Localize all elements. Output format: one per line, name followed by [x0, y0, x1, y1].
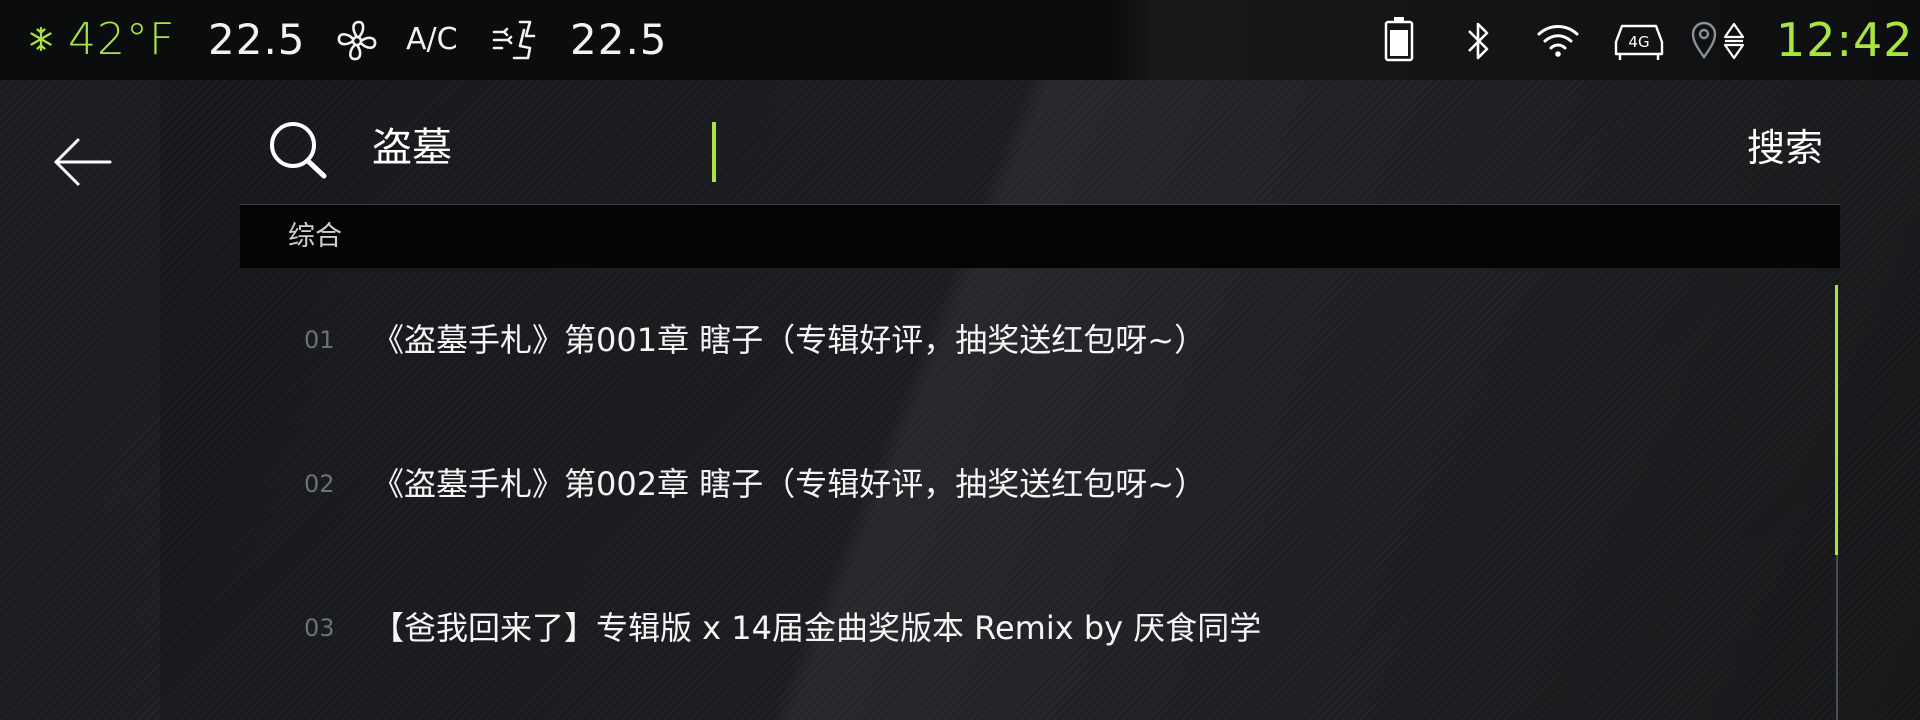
status-bar: 42°F 22.5 A/C 22.5 4G 12:42 [0, 0, 1920, 80]
scrollbar-thumb[interactable] [1835, 285, 1838, 555]
tab-all[interactable]: 综合 [288, 205, 342, 268]
location-icon [1691, 21, 1717, 60]
driver-temperature[interactable]: 22.5 [208, 13, 306, 67]
list-item[interactable]: 02 《盗墓手札》第002章 瞎子（专辑好评，抽奖送红包呀~） [240, 412, 1820, 556]
result-list: 01 《盗墓手札》第001章 瞎子（专辑好评，抽奖送红包呀~） 02 《盗墓手札… [240, 268, 1840, 720]
arrow-left-icon [54, 138, 112, 186]
text-caret [712, 122, 716, 182]
ac-button[interactable]: A/C [406, 13, 458, 67]
wifi-icon[interactable] [1536, 22, 1580, 58]
back-button[interactable] [40, 120, 124, 204]
sort-arrows-icon [1723, 22, 1745, 60]
result-index: 03 [304, 614, 335, 642]
result-title: 《盗墓手札》第002章 瞎子（专辑好评，抽奖送红包呀~） [372, 465, 1207, 503]
result-title: 【爸我回来了】专辑版 x 14届金曲奖版本 Remix by 厌食同学 [372, 609, 1262, 647]
4g-car-icon: 4G [1614, 24, 1664, 60]
category-tab-bar: 综合 [240, 205, 1840, 268]
list-item[interactable]: 01 《盗墓手札》第001章 瞎子（专辑好评，抽奖送红包呀~） [240, 268, 1820, 412]
snowflake-icon [30, 26, 52, 52]
clock: 12:42 [1776, 13, 1914, 67]
bluetooth-icon[interactable] [1464, 20, 1494, 62]
search-input[interactable]: 盗墓 [372, 118, 452, 178]
result-index: 02 [304, 470, 335, 498]
search-button[interactable]: 搜索 [1730, 118, 1840, 178]
battery-icon [1384, 17, 1414, 62]
network-type-label: 4G [1628, 33, 1649, 51]
result-index: 01 [304, 326, 335, 354]
list-item[interactable]: 03 【爸我回来了】专辑版 x 14届金曲奖版本 Remix by 厌食同学 [240, 556, 1820, 700]
search-icon [270, 122, 327, 179]
seat-airflow-icon[interactable] [490, 18, 540, 64]
result-title: 《盗墓手札》第001章 瞎子（专辑好评，抽奖送红包呀~） [372, 321, 1207, 359]
fan-icon[interactable] [334, 18, 380, 64]
search-bar: 盗墓 搜索 [240, 96, 1840, 205]
outside-temperature: 42°F [68, 14, 176, 65]
passenger-temperature[interactable]: 22.5 [570, 13, 668, 67]
